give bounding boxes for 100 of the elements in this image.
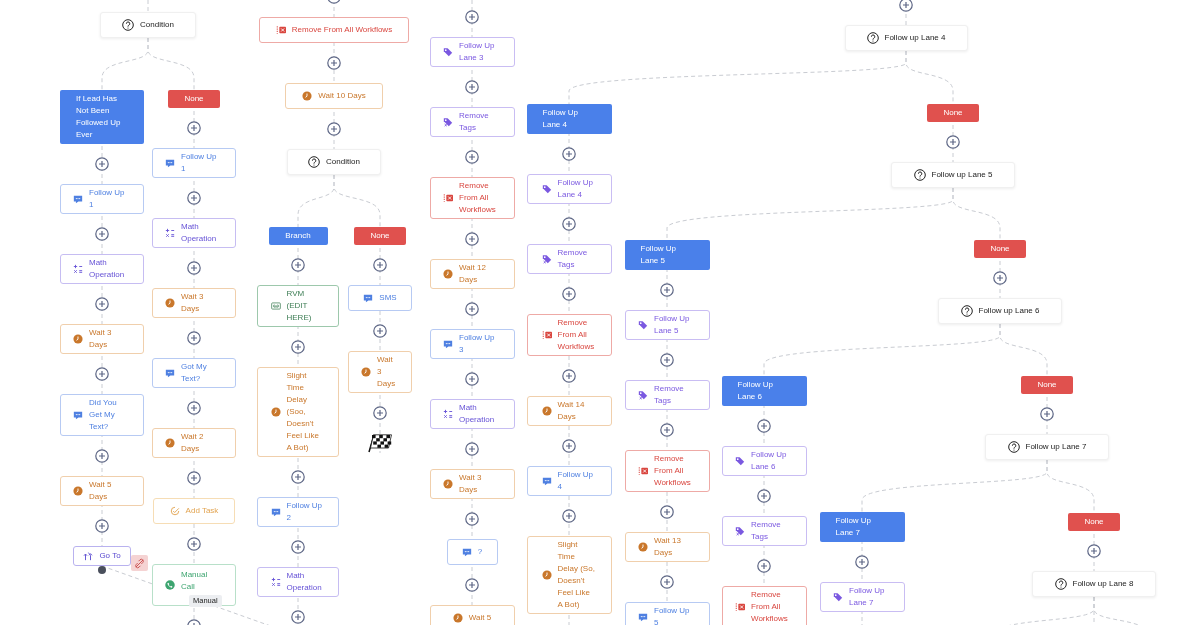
add-tag-step[interactable]: Follow Up Lane 3 (429, 37, 515, 67)
add-step-button[interactable] (373, 258, 387, 272)
add-step-button[interactable] (660, 505, 674, 519)
add-step-button[interactable] (465, 150, 479, 164)
add-step-button[interactable] (562, 217, 576, 231)
add-step-button[interactable] (899, 0, 913, 12)
condition-node[interactable]: Condition (287, 149, 381, 175)
add-step-button[interactable] (660, 353, 674, 367)
branch-header[interactable]: Follow Up Lane 6 (721, 376, 807, 406)
add-step-button[interactable] (660, 423, 674, 437)
wait-step[interactable]: Wait 3 Days (152, 288, 236, 318)
none-branch-header[interactable]: None (354, 227, 406, 245)
none-branch-header[interactable]: None (1068, 513, 1120, 531)
connection-handle[interactable] (98, 566, 106, 574)
wait-step[interactable]: Wait 10 Days (285, 83, 383, 109)
add-step-button[interactable] (562, 439, 576, 453)
add-step-button[interactable] (562, 147, 576, 161)
branch-header[interactable]: Follow Up Lane 5 (624, 240, 710, 270)
wait-step[interactable]: Wait 3 Days (429, 469, 515, 499)
condition-node[interactable]: Follow up Lane 5 (891, 162, 1015, 188)
wait-step[interactable]: Wait 2 Days (152, 428, 236, 458)
add-step-button[interactable] (327, 56, 341, 70)
add-step-button[interactable] (465, 232, 479, 246)
add-step-button[interactable] (187, 121, 201, 135)
voicemail-step[interactable]: RVM (EDIT HERE) (257, 285, 339, 327)
add-step-button[interactable] (291, 340, 305, 354)
add-step-button[interactable] (95, 227, 109, 241)
add-step-button[interactable] (95, 367, 109, 381)
remove-tags-step[interactable]: Remove Tags (429, 107, 515, 137)
message-step[interactable]: Did You Get My Text? (60, 394, 144, 436)
remove-workflows-step[interactable]: Remove From All Workflows (258, 17, 410, 43)
message-step[interactable]: Follow Up 4 (526, 466, 612, 496)
add-step-button[interactable] (757, 419, 771, 433)
message-step[interactable]: ? (446, 539, 498, 565)
add-step-button[interactable] (187, 471, 201, 485)
math-operation-step[interactable]: Math Operation (257, 567, 339, 597)
message-step[interactable]: Follow Up 5 (624, 602, 710, 625)
none-branch-header[interactable]: None (974, 240, 1026, 258)
add-step-button[interactable] (95, 449, 109, 463)
unlink-button[interactable] (131, 555, 148, 571)
add-step-button[interactable] (95, 157, 109, 171)
add-tag-step[interactable]: Follow Up Lane 7 (819, 582, 905, 612)
branch-header[interactable]: Follow Up Lane 7 (819, 512, 905, 542)
wait-step[interactable]: Slight Time Delay (Soo, Doesn't Feel Like A Bot) (257, 367, 339, 457)
condition-node[interactable]: Follow up Lane 6 (938, 298, 1062, 324)
add-step-button[interactable] (1087, 544, 1101, 558)
wait-step[interactable]: Wait 3 Days (348, 351, 412, 393)
add-step-button[interactable] (291, 540, 305, 554)
add-step-button[interactable] (660, 283, 674, 297)
add-step-button[interactable] (465, 372, 479, 386)
remove-workflows-step[interactable]: Remove From All Workflows (429, 177, 515, 219)
branch-header[interactable]: Branch (268, 227, 328, 245)
condition-node[interactable]: Condition (100, 12, 196, 38)
add-step-button[interactable] (187, 331, 201, 345)
remove-tags-step[interactable]: Remove Tags (721, 516, 807, 546)
add-step-button[interactable] (465, 80, 479, 94)
wait-step[interactable]: Wait 13 Days (624, 532, 710, 562)
add-tag-step[interactable]: Follow Up Lane 6 (721, 446, 807, 476)
condition-node[interactable]: Follow up Lane 8 (1032, 571, 1156, 597)
remove-tags-step[interactable]: Remove Tags (624, 380, 710, 410)
add-step-button[interactable] (1040, 407, 1054, 421)
go-to-step[interactable]: Go To (73, 546, 131, 566)
branch-header[interactable]: If Lead Has Not Been Followed Up Ever (60, 90, 144, 144)
add-step-button[interactable] (187, 261, 201, 275)
remove-workflows-step[interactable]: Remove From All Workflows (526, 314, 612, 356)
add-step-button[interactable] (562, 369, 576, 383)
wait-step[interactable]: Wait 14 Days (526, 396, 612, 426)
remove-workflows-step[interactable]: Remove From All Workflows (624, 450, 710, 492)
wait-step[interactable]: Wait 3 Days (60, 324, 144, 354)
message-step[interactable]: Follow Up 1 (152, 148, 236, 178)
math-operation-step[interactable]: Math Operation (60, 254, 144, 284)
none-branch-header[interactable]: None (168, 90, 220, 108)
add-step-button[interactable] (946, 135, 960, 149)
add-step-button[interactable] (855, 555, 869, 569)
add-task-step[interactable]: Add Task (153, 498, 235, 524)
add-step-button[interactable] (465, 512, 479, 526)
wait-step[interactable]: Wait 12 Days (429, 259, 515, 289)
condition-node[interactable]: Follow up Lane 7 (985, 434, 1109, 460)
none-branch-header[interactable]: None (1021, 376, 1073, 394)
wait-step[interactable]: Wait 5 Days (60, 476, 144, 506)
add-step-button[interactable] (757, 559, 771, 573)
add-step-button[interactable] (993, 271, 1007, 285)
add-step-button[interactable] (562, 287, 576, 301)
wait-step[interactable]: Wait 5 (429, 605, 515, 625)
add-step-button[interactable] (562, 509, 576, 523)
add-step-button[interactable] (187, 191, 201, 205)
math-operation-step[interactable]: Math Operation (152, 218, 236, 248)
add-step-button[interactable] (291, 610, 305, 624)
add-step-button[interactable] (465, 442, 479, 456)
add-step-button[interactable] (660, 575, 674, 589)
message-step[interactable]: Got My Text? (152, 358, 236, 388)
remove-tags-step[interactable]: Remove Tags (526, 244, 612, 274)
math-operation-step[interactable]: Math Operation (429, 399, 515, 429)
message-step[interactable]: Follow Up 1 (60, 184, 144, 214)
add-step-button[interactable] (373, 324, 387, 338)
add-step-button[interactable] (465, 578, 479, 592)
add-step-button[interactable] (757, 489, 771, 503)
add-step-button[interactable] (373, 406, 387, 420)
add-step-button[interactable] (95, 297, 109, 311)
branch-header[interactable]: Follow Up Lane 4 (526, 104, 612, 134)
